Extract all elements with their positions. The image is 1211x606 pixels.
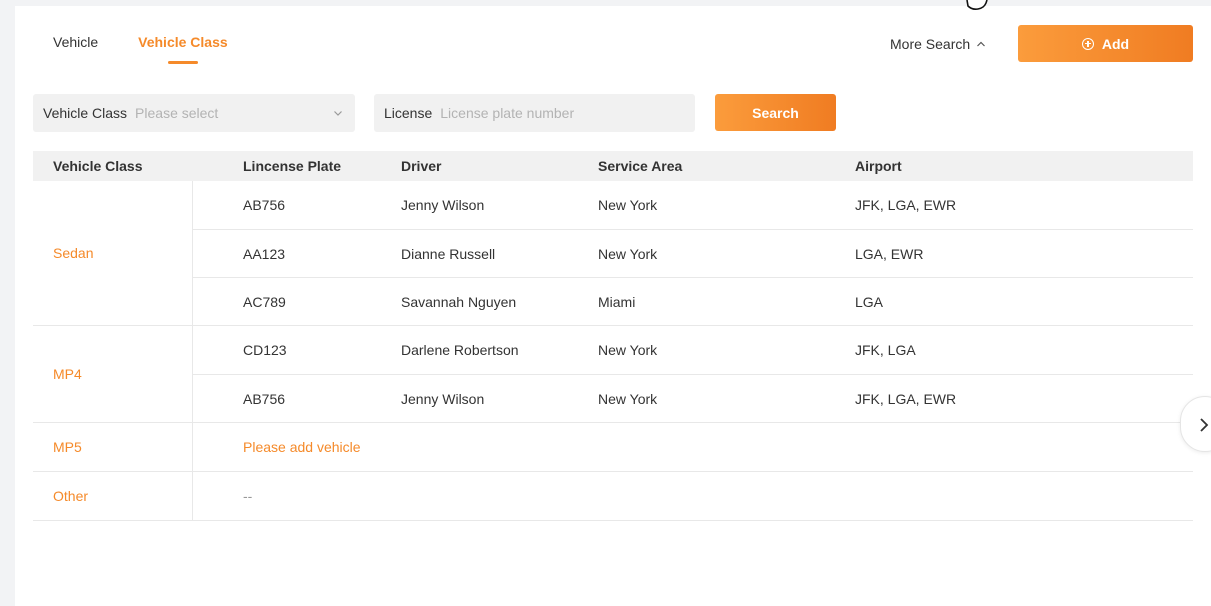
table-row: -- xyxy=(193,472,1193,520)
chevron-up-icon xyxy=(977,41,986,47)
cell-airport: JFK, LGA, EWR xyxy=(855,390,957,407)
table-row: Please add vehicle xyxy=(193,423,1193,471)
search-button-label: Search xyxy=(752,104,799,121)
vehicle-class-select[interactable]: Vehicle Class Please select xyxy=(33,94,355,132)
add-vehicle-link[interactable]: Please add vehicle xyxy=(193,439,361,455)
hand-cursor-icon xyxy=(966,0,988,10)
cell-driver: Jenny Wilson xyxy=(401,197,485,213)
tab-bar: Vehicle Vehicle Class xyxy=(53,34,228,64)
cell-airport: LGA xyxy=(855,293,884,310)
group-label-other[interactable]: Other xyxy=(33,472,193,520)
cell-driver: Dianne Russell xyxy=(401,245,496,262)
empty-placeholder: -- xyxy=(243,488,253,504)
group-sedan: Sedan AB756 Jenny Wilson New York JFK, L… xyxy=(33,181,1193,326)
cell-plate: AA123 xyxy=(243,245,286,262)
group-label-sedan[interactable]: Sedan xyxy=(33,181,193,325)
header-license-plate: Lincense Plate xyxy=(243,158,342,174)
header-airport: Airport xyxy=(855,158,902,174)
tab-vehicle[interactable]: Vehicle xyxy=(53,34,98,64)
group-mp4: MP4 CD123 Darlene Robertson New York JFK… xyxy=(33,326,1193,423)
group-label-mp4[interactable]: MP4 xyxy=(33,326,193,422)
vehicle-class-filter-label: Vehicle Class xyxy=(43,105,128,121)
table-row[interactable]: AB756 Jenny Wilson New York JFK, LGA, EW… xyxy=(193,374,1193,422)
table-row[interactable]: AA123 Dianne Russell New York LGA, EWR xyxy=(193,229,1193,277)
add-button-label: Add xyxy=(1101,35,1130,52)
group-other: Other -- xyxy=(33,472,1193,521)
table-row[interactable]: CD123 Darlene Robertson New York JFK, LG… xyxy=(193,326,1193,374)
cell-driver: Jenny Wilson xyxy=(401,390,485,407)
tab-vehicle-class-label: Vehicle Class xyxy=(138,34,228,50)
header-driver: Driver xyxy=(401,158,442,174)
add-button[interactable]: Add xyxy=(1018,25,1193,62)
cell-driver: Savannah Nguyen xyxy=(401,293,517,310)
tab-vehicle-class[interactable]: Vehicle Class xyxy=(138,34,228,64)
active-tab-indicator xyxy=(167,61,198,64)
header-vehicle-class: Vehicle Class xyxy=(53,158,143,174)
group-mp5: MP5 Please add vehicle xyxy=(33,423,1193,472)
table-row[interactable]: AC789 Savannah Nguyen Miami LGA xyxy=(193,277,1193,325)
chevron-down-icon xyxy=(334,111,342,116)
license-filter-label: License xyxy=(384,105,433,121)
chevron-right-icon xyxy=(1200,418,1209,432)
cell-plate: AC789 xyxy=(243,293,286,310)
header-service-area: Service Area xyxy=(598,158,683,174)
cell-airport: JFK, LGA xyxy=(855,342,916,358)
cell-area: New York xyxy=(598,197,658,213)
main-panel: Vehicle Vehicle Class More Search Add Ve… xyxy=(15,6,1211,606)
cell-area: Miami xyxy=(598,293,636,310)
license-placeholder: License plate number xyxy=(440,105,575,121)
table-header: Vehicle Class Lincense Plate Driver Serv… xyxy=(33,151,1193,181)
cell-driver: Darlene Robertson xyxy=(401,342,519,358)
license-input[interactable]: License License plate number xyxy=(374,94,695,132)
more-search-label: More Search xyxy=(890,36,971,52)
tab-vehicle-label: Vehicle xyxy=(53,34,99,50)
vehicle-class-table: Vehicle Class Lincense Plate Driver Serv… xyxy=(33,151,1193,521)
cell-airport: LGA, EWR xyxy=(855,245,924,262)
cell-area: New York xyxy=(598,342,658,358)
cell-plate: CD123 xyxy=(243,342,287,358)
cell-airport: JFK, LGA, EWR xyxy=(855,197,957,213)
cell-plate: AB756 xyxy=(243,390,286,407)
cell-plate: AB756 xyxy=(243,197,286,213)
cell-area: New York xyxy=(598,245,658,262)
plus-circle-icon xyxy=(1081,37,1094,50)
more-search-toggle[interactable]: More Search xyxy=(890,36,986,52)
cell-area: New York xyxy=(598,390,658,407)
group-label-mp5[interactable]: MP5 xyxy=(33,423,193,471)
table-row[interactable]: AB756 Jenny Wilson New York JFK, LGA, EW… xyxy=(193,181,1193,229)
search-button[interactable]: Search xyxy=(715,94,836,131)
vehicle-class-placeholder: Please select xyxy=(135,105,219,121)
